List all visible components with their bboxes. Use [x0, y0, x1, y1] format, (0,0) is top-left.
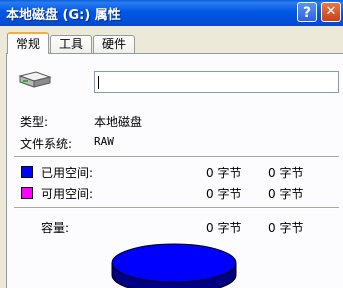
close-button[interactable]: ✕: [321, 2, 341, 22]
free-space-size: 0 字节: [268, 187, 304, 201]
capacity-label: 容量:: [41, 221, 70, 235]
file-system-label: 文件系统:: [20, 137, 73, 151]
used-space-bytes: 0 字节: [206, 166, 242, 180]
used-space-size: 0 字节: [268, 166, 304, 180]
used-space-label: 已用空间:: [41, 166, 94, 180]
used-space-swatch: [21, 166, 33, 178]
free-space-bytes: 0 字节: [206, 187, 242, 201]
volume-label-input[interactable]: [94, 71, 339, 93]
type-label: 类型:: [20, 115, 49, 129]
hard-drive-icon: [14, 68, 54, 95]
window-title: 本地磁盘 (G:) 属性: [6, 8, 121, 23]
properties-window: 本地磁盘 (G:) 属性 ? ✕ 常规 工具 硬件 类型: 本地磁盘 文件系统:…: [0, 0, 343, 288]
separator-bottom: [14, 207, 339, 209]
separator-top: [14, 156, 339, 158]
help-button[interactable]: ?: [297, 2, 317, 22]
capacity-bytes: 0 字节: [206, 221, 242, 235]
tab-general[interactable]: 常规: [7, 32, 50, 54]
type-value: 本地磁盘: [94, 115, 143, 129]
free-space-label: 可用空间:: [41, 187, 94, 201]
tab-hardware[interactable]: 硬件: [93, 35, 136, 53]
capacity-size: 0 字节: [268, 221, 304, 235]
free-space-swatch: [21, 187, 33, 199]
tab-tools[interactable]: 工具: [50, 35, 93, 53]
tab-strip: 常规 工具 硬件: [7, 32, 136, 54]
title-bar[interactable]: 本地磁盘 (G:) 属性 ? ✕: [0, 0, 343, 26]
disk-usage-pie-chart: [111, 243, 237, 288]
text-cursor: [98, 76, 99, 89]
file-system-value: RAW: [94, 135, 114, 148]
